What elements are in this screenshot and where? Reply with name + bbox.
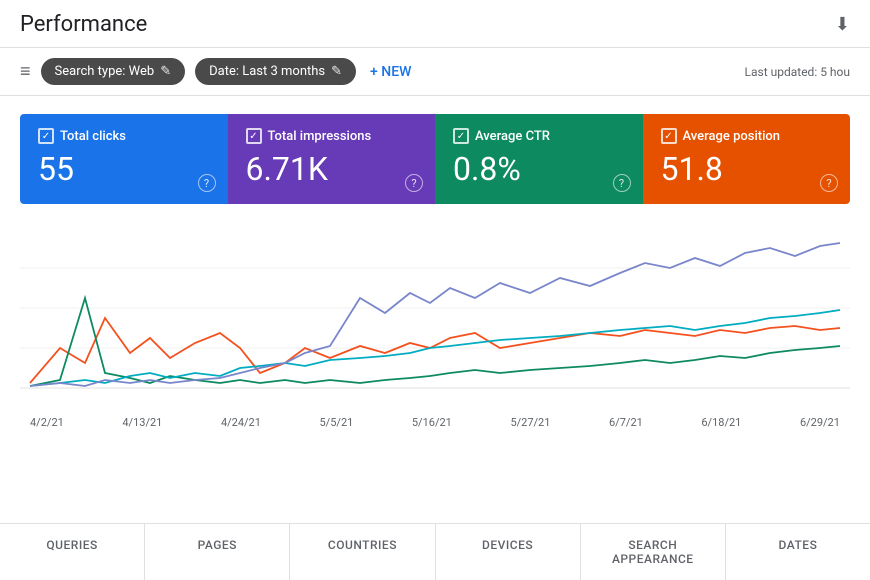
check-icon-impressions	[246, 128, 262, 144]
date-range-chip[interactable]: Date: Last 3 months ✎	[195, 58, 356, 85]
date-label-4: 5/5/21	[320, 416, 354, 429]
header: Performance ⬇	[0, 0, 870, 48]
help-icon-ctr[interactable]: ?	[613, 174, 631, 192]
date-label-2: 4/13/21	[122, 416, 162, 429]
tab-dates[interactable]: DATES	[726, 524, 870, 580]
search-type-edit-icon: ✎	[160, 64, 171, 79]
date-label-8: 6/18/21	[701, 416, 741, 429]
date-range-edit-icon: ✎	[331, 64, 342, 79]
tab-devices[interactable]: DEVICES	[436, 524, 581, 580]
metric-card-ctr[interactable]: Average CTR 0.8% ?	[435, 114, 643, 204]
chart-dates: 4/2/21 4/13/21 4/24/21 5/5/21 5/16/21 5/…	[20, 416, 850, 429]
date-range-label: Date: Last 3 months	[209, 64, 325, 79]
help-icon-clicks[interactable]: ?	[198, 174, 216, 192]
date-label-9: 6/29/21	[800, 416, 840, 429]
metric-card-header-ctr: Average CTR	[453, 128, 625, 144]
metric-card-header-position: Average position	[661, 128, 833, 144]
blue-purple-line	[30, 243, 840, 386]
help-icon-impressions[interactable]: ?	[405, 174, 423, 192]
metric-label-clicks: Total clicks	[60, 129, 126, 144]
metric-card-header-impressions: Total impressions	[246, 128, 418, 144]
help-icon-position[interactable]: ?	[820, 174, 838, 192]
tab-countries[interactable]: COUNTRIES	[290, 524, 435, 580]
search-type-label: Search type: Web	[55, 64, 155, 79]
tab-pages[interactable]: PAGES	[145, 524, 290, 580]
bottom-tabs: QUERIES PAGES COUNTRIES DEVICES SEARCH A…	[0, 523, 870, 580]
metric-value-impressions: 6.71K	[246, 152, 418, 187]
check-icon-position	[661, 128, 677, 144]
date-label-3: 4/24/21	[221, 416, 261, 429]
metric-label-position: Average position	[683, 129, 781, 144]
new-button[interactable]: + NEW	[370, 64, 411, 80]
toolbar: ≡ Search type: Web ✎ Date: Last 3 months…	[0, 48, 870, 96]
metric-card-position[interactable]: Average position 51.8 ?	[643, 114, 851, 204]
tab-queries[interactable]: QUERIES	[0, 524, 145, 580]
metric-value-ctr: 0.8%	[453, 152, 625, 187]
page-container: Performance ⬇ ≡ Search type: Web ✎ Date:…	[0, 0, 870, 580]
download-icon[interactable]: ⬇	[835, 14, 850, 35]
metric-cards: Total clicks 55 ? Total impressions 6.71…	[20, 114, 850, 204]
page-title: Performance	[20, 12, 147, 37]
metric-value-position: 51.8	[661, 152, 833, 187]
metric-card-header-clicks: Total clicks	[38, 128, 210, 144]
check-icon-clicks	[38, 128, 54, 144]
last-updated-text: Last updated: 5 hou	[745, 65, 850, 79]
filter-icon[interactable]: ≡	[20, 61, 31, 82]
date-label-5: 5/16/21	[412, 416, 452, 429]
new-button-label: + NEW	[370, 64, 411, 80]
date-label-1: 4/2/21	[30, 416, 64, 429]
metric-card-total-clicks[interactable]: Total clicks 55 ?	[20, 114, 228, 204]
metric-value-clicks: 55	[38, 152, 210, 187]
search-type-chip[interactable]: Search type: Web ✎	[41, 58, 186, 85]
check-icon-ctr	[453, 128, 469, 144]
metric-label-impressions: Total impressions	[268, 129, 372, 144]
chart-container: 4/2/21 4/13/21 4/24/21 5/5/21 5/16/21 5/…	[20, 218, 850, 438]
tab-search-appearance[interactable]: SEARCH APPEARANCE	[581, 524, 726, 580]
metric-label-ctr: Average CTR	[475, 129, 550, 144]
metric-card-impressions[interactable]: Total impressions 6.71K ?	[228, 114, 436, 204]
performance-chart	[20, 218, 850, 408]
date-label-7: 6/7/21	[609, 416, 643, 429]
date-label-6: 5/27/21	[510, 416, 550, 429]
